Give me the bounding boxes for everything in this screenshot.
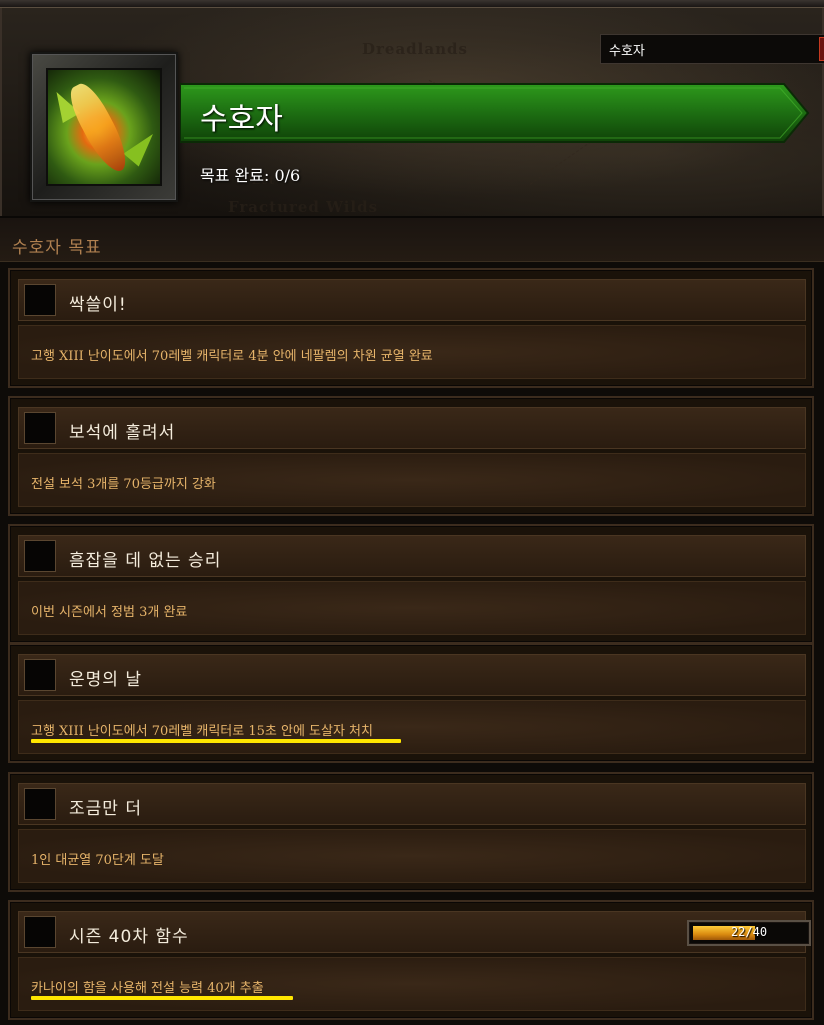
search-clear-button[interactable] <box>819 37 824 61</box>
section-title: 수호자 목표 <box>12 238 102 258</box>
objective-description: 고행 XIII 난이도에서 70레벨 캐릭터로 4분 안에 네팔렘의 차원 균열… <box>31 349 433 364</box>
window-top-border <box>0 0 824 8</box>
search-box[interactable] <box>600 34 824 64</box>
objective-body: 카나이의 함을 사용해 전설 능력 40개 추출 <box>18 957 806 1011</box>
objective-checkbox <box>24 412 56 444</box>
guardian-emblem-icon <box>46 68 162 186</box>
objective-description: 1인 대균열 70단계 도달 <box>31 853 164 868</box>
objective-header: 흠잡을 데 없는 승리 <box>18 535 806 577</box>
objectives-section-header: 수호자 목표 <box>0 216 824 262</box>
map-label: Dreadlands <box>362 40 468 58</box>
objective-body: 1인 대균열 70단계 도달 <box>18 829 806 883</box>
map-label: Fractured Wilds <box>228 198 379 216</box>
objective-title: 시즌 40차 함수 <box>69 927 189 947</box>
objective-checkbox <box>24 284 56 316</box>
achievement-title: 수호자 <box>200 102 283 137</box>
objective-checkbox <box>24 659 56 691</box>
achievement-icon-frame <box>30 52 178 202</box>
objective-description: 카나이의 함을 사용해 전설 능력 40개 추출 <box>31 981 264 996</box>
objective-title: 보석에 홀려서 <box>69 423 176 443</box>
objective-body: 이번 시즌에서 정범 3개 완료 <box>18 581 806 635</box>
objective-header: 조금만 더 <box>18 783 806 825</box>
search-input[interactable] <box>601 35 811 63</box>
progress-text: 22/40 <box>730 925 768 939</box>
objective-checkbox <box>24 788 56 820</box>
objective-card: 흠잡을 데 없는 승리 이번 시즌에서 정범 3개 완료 <box>8 524 814 644</box>
objective-card: 싹쓸이! 고행 XIII 난이도에서 70레벨 캐릭터로 4분 안에 네팔렘의 … <box>8 268 814 388</box>
objective-progress-bar: 22/40 <box>687 920 811 946</box>
objective-description: 이번 시즌에서 정범 3개 완료 <box>31 605 188 620</box>
objective-title: 흠잡을 데 없는 승리 <box>69 551 222 571</box>
objective-checkbox <box>24 540 56 572</box>
objective-body: 고행 XIII 난이도에서 70레벨 캐릭터로 15초 안에 도살자 처치 <box>18 700 806 754</box>
completion-value: 0/6 <box>274 166 301 185</box>
objective-description: 전설 보석 3개를 70등급까지 강화 <box>31 477 216 492</box>
completion-label: 목표 완료: <box>200 166 275 185</box>
objective-title: 운명의 날 <box>69 670 142 690</box>
objective-card: 운명의 날 고행 XIII 난이도에서 70레벨 캐릭터로 15초 안에 도살자… <box>8 643 814 763</box>
objective-card: 보석에 홀려서 전설 보석 3개를 70등급까지 강화 <box>8 396 814 516</box>
achievement-header: Dreadlands Fractured Wilds Zet 수호자 수호자 목… <box>0 8 824 216</box>
completion-progress: 목표 완료: 0/6 <box>200 162 300 186</box>
objective-header: 보석에 홀려서 <box>18 407 806 449</box>
title-banner: 수호자 <box>180 82 810 144</box>
highlight-underline <box>31 739 401 743</box>
objective-title: 조금만 더 <box>69 799 142 819</box>
objective-card: 조금만 더 1인 대균열 70단계 도달 <box>8 772 814 892</box>
objective-header: 시즌 40차 함수 22/40 <box>18 911 811 953</box>
objective-card: 시즌 40차 함수 22/40 카나이의 함을 사용해 전설 능력 40개 추출 <box>8 900 814 1020</box>
objective-header: 싹쓸이! <box>18 279 806 321</box>
objective-checkbox <box>24 916 56 948</box>
objective-list: 싹쓸이! 고행 XIII 난이도에서 70레벨 캐릭터로 4분 안에 네팔렘의 … <box>0 262 824 1025</box>
objective-title: 싹쓸이! <box>69 295 127 315</box>
objective-description: 고행 XIII 난이도에서 70레벨 캐릭터로 15초 안에 도살자 처치 <box>31 724 373 739</box>
highlight-underline <box>31 996 293 1000</box>
objective-body: 전설 보석 3개를 70등급까지 강화 <box>18 453 806 507</box>
objective-body: 고행 XIII 난이도에서 70레벨 캐릭터로 4분 안에 네팔렘의 차원 균열… <box>18 325 806 379</box>
objective-header: 운명의 날 <box>18 654 806 696</box>
